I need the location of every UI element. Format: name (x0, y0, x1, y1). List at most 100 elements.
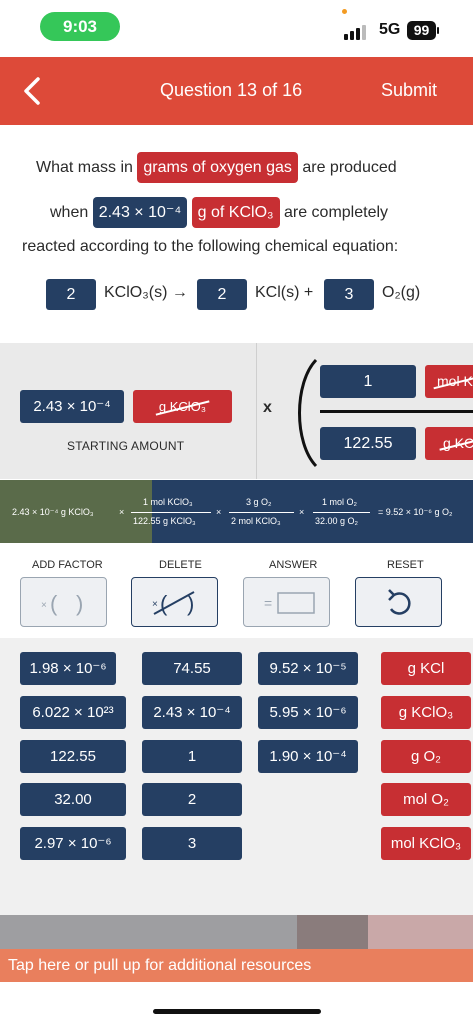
calc-start: 2.43 × 10⁻⁴ g KClO₃ (12, 507, 94, 517)
question-text-part: What mass in (36, 159, 133, 176)
value-tile[interactable]: 1.90 × 10⁻⁴ (258, 740, 358, 773)
factor-numerator-value[interactable]: 1 (320, 365, 416, 398)
factor-denominator-unit[interactable]: g KC (425, 427, 473, 460)
calc-times: × (299, 507, 305, 517)
strip-segment (297, 915, 368, 949)
starting-amount-label: STARTING AMOUNT (67, 439, 185, 453)
question-text-part: are completely (283, 204, 389, 221)
battery-tip (437, 27, 439, 34)
add-factor-icon: × ( ) (41, 591, 83, 616)
calc-times: × (119, 507, 125, 517)
answer-label: ANSWER (269, 559, 318, 571)
progress-strip (0, 915, 473, 949)
calc-fraction-bar (313, 512, 370, 513)
battery-icon: 99 (407, 21, 436, 40)
additional-resources-bar[interactable]: Tap here or pull up for additional resou… (0, 949, 473, 982)
value-tile[interactable]: 74.55 (142, 652, 242, 685)
answer-button[interactable]: = (243, 577, 330, 627)
svg-text:): ) (76, 591, 83, 616)
equation-reactant: KClO₃(s) → (104, 284, 188, 301)
question-line-2: when 2.43 × 10⁻⁴ g of KClO₃ are complete… (50, 197, 388, 228)
svg-text:=: = (264, 595, 272, 611)
starting-unit-label: g KClO₃ (159, 390, 206, 423)
strip-segment (368, 915, 473, 949)
value-tile[interactable]: 1.98 × 10⁻⁶ (20, 652, 116, 685)
calc-times: × (216, 507, 222, 517)
unit-tile[interactable]: g KClO₃ (381, 696, 471, 729)
starting-amount-unit[interactable]: g KClO₃ (133, 390, 232, 423)
workspace-divider (256, 343, 257, 479)
calc-fraction-bar (131, 512, 211, 513)
value-tile[interactable]: 1 (142, 740, 242, 773)
value-tile[interactable]: 3 (142, 827, 242, 860)
reset-icon (388, 589, 411, 615)
question-text-part: are produced (302, 159, 397, 176)
value-tile[interactable]: 9.52 × 10⁻⁵ (258, 652, 358, 685)
equation-product: O₂(g) (382, 284, 421, 301)
multiply-sign: x (263, 399, 272, 416)
calc-factor1-num: 1 mol KClO₃ (143, 497, 193, 507)
status-bar: 9:03 5G 99 (0, 0, 473, 56)
calc-fraction-bar (229, 512, 294, 513)
calc-result: = 9.52 × 10⁻⁶ g O₂ (378, 507, 453, 517)
equation-coefficient: 2 (197, 279, 247, 310)
value-tile[interactable]: 122.55 (20, 740, 126, 773)
value-tile[interactable]: 6.022 × 10²³ (20, 696, 126, 729)
submit-button[interactable]: Submit (381, 80, 437, 101)
equation-coefficient: 2 (46, 279, 96, 310)
svg-text:(: ( (50, 591, 58, 616)
question-line-3: reacted according to the following chemi… (22, 238, 399, 255)
value-tile[interactable]: 2 (142, 783, 242, 816)
delete-icon: × ( ) (152, 591, 195, 616)
fraction-bar (320, 410, 473, 413)
strip-segment (0, 915, 297, 949)
answer-icon: = (264, 592, 315, 614)
value-tile[interactable]: 2.97 × 10⁻⁶ (20, 827, 126, 860)
delete-label: DELETE (159, 559, 202, 571)
question-line-1: What mass in grams of oxygen gas are pro… (36, 152, 397, 183)
calc-factor3-den: 32.00 g O₂ (315, 516, 359, 526)
reset-button[interactable] (355, 577, 442, 627)
add-factor-button[interactable]: × ( ) (20, 577, 107, 627)
given-value-pill: 2.43 × 10⁻⁴ (92, 197, 188, 228)
value-tile[interactable]: 32.00 (20, 783, 126, 816)
value-tile[interactable]: 2.43 × 10⁻⁴ (142, 696, 242, 729)
home-indicator[interactable] (153, 1009, 321, 1014)
add-factor-label: ADD FACTOR (32, 559, 103, 571)
factor-numerator-unit[interactable]: mol K (425, 365, 473, 398)
calc-factor2-den: 2 mol KClO₃ (231, 516, 281, 526)
starting-amount-value[interactable]: 2.43 × 10⁻⁴ (20, 390, 124, 423)
chemical-equation: 2 KClO₃(s) → 2 KCl(s) + 3 O₂(g) (0, 279, 473, 310)
delete-button[interactable]: × ( ) (131, 577, 218, 627)
back-chevron-icon[interactable] (18, 73, 50, 109)
privacy-indicator (342, 9, 347, 14)
svg-text:×: × (41, 600, 47, 611)
unit-tile[interactable]: mol O₂ (381, 783, 471, 816)
network-type: 5G (379, 21, 401, 38)
dimensional-analysis-workspace: 2.43 × 10⁻⁴ g KClO₃ STARTING AMOUNT x 1 … (0, 343, 473, 479)
factor-denominator-value[interactable]: 122.55 (320, 427, 416, 460)
signal-icon (344, 24, 374, 40)
target-unit-pill: grams of oxygen gas (137, 152, 298, 183)
factor-denominator-unit-label: g KC (443, 427, 473, 460)
unit-tile[interactable]: mol KClO₃ (381, 827, 471, 860)
calc-factor3-num: 1 mol O₂ (322, 497, 358, 507)
svg-text:×: × (152, 599, 158, 610)
calc-factor1-den: 122.55 g KClO₃ (133, 516, 196, 526)
question-text-part: when (50, 204, 89, 221)
open-paren-icon (298, 358, 318, 468)
svg-text:(: ( (160, 591, 168, 616)
calculation-summary: 2.43 × 10⁻⁴ g KClO₃ × 1 mol KClO₃ 122.55… (0, 480, 473, 543)
factor-numerator-unit-label: mol K (437, 365, 473, 398)
unit-tile[interactable]: g KCl (381, 652, 471, 685)
status-time: 9:03 (40, 12, 120, 41)
calc-factor2-num: 3 g O₂ (246, 497, 272, 507)
question-counter: Question 13 of 16 (160, 80, 303, 100)
equation-coefficient: 3 (324, 279, 374, 310)
given-unit-pill: g of KClO₃ (191, 197, 280, 228)
header-bar: Question 13 of 16 Submit (0, 57, 473, 125)
equation-product: KCl(s) + (255, 284, 314, 301)
value-tile[interactable]: 5.95 × 10⁻⁶ (258, 696, 358, 729)
unit-tile[interactable]: g O₂ (381, 740, 471, 773)
answer-tiles-panel: 1.98 × 10⁻⁶ 6.022 × 10²³ 122.55 32.00 2.… (0, 638, 473, 915)
